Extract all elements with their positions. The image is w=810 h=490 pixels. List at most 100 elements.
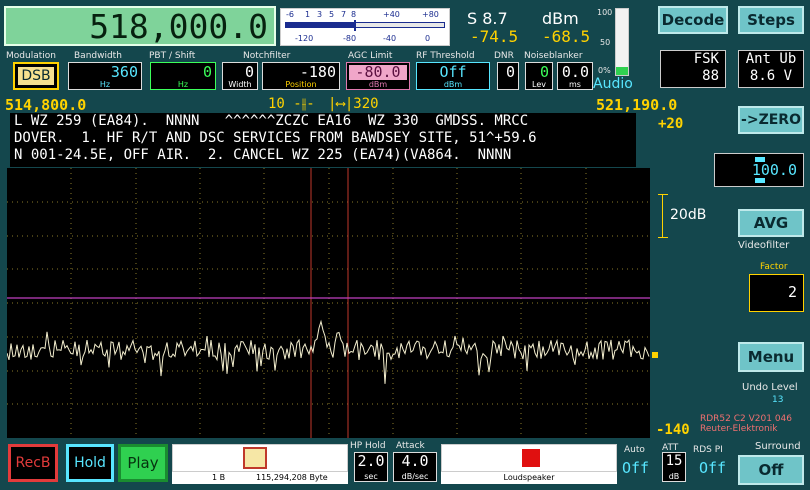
notch-label: Notchfilter	[243, 51, 291, 61]
agc-box[interactable]: -80.0 dBm	[346, 62, 410, 90]
att-value: 15	[665, 453, 683, 469]
mode-name: FSK	[693, 51, 719, 67]
notch-position-value: -180	[299, 63, 336, 81]
mode-value: 88	[702, 68, 719, 84]
noiseblanker-level-value: 0	[539, 63, 549, 81]
audio-label: Audio	[593, 76, 633, 92]
videofilter-label: Videofilter	[738, 240, 790, 251]
steps-button[interactable]: Steps	[738, 6, 804, 34]
rf-threshold-box[interactable]: Off dBm	[416, 62, 490, 90]
spectrum-display[interactable]	[7, 168, 650, 438]
dnr-box[interactable]: 0	[497, 62, 519, 90]
frequency-display[interactable]: 518,000.0	[4, 6, 276, 46]
surround-button[interactable]: Off	[738, 455, 804, 485]
pbt-unit: Hz	[177, 80, 189, 89]
audio-scale-50: 50	[600, 38, 611, 47]
attack-value: 4.0	[401, 452, 429, 470]
antenna-display[interactable]: Ant Ub 8.6 V	[738, 50, 804, 88]
record-button[interactable]: RecB	[8, 444, 58, 482]
bandwidth-unit: Hz	[99, 80, 111, 89]
spectrum-plot	[7, 168, 650, 438]
dnr-value: 0	[505, 63, 515, 81]
pbt-label: PBT / Shift	[149, 51, 196, 61]
s-meter-top-scale: -6 1 3 5 7 8 +40 +80	[286, 10, 439, 19]
scale-label: 20dB	[670, 207, 707, 223]
att-unit: dB	[668, 472, 680, 481]
noiseblanker-level-unit: Lev	[532, 80, 546, 89]
antenna-value: 8.6 V	[749, 68, 793, 84]
recording-position-handle[interactable]	[243, 447, 267, 469]
audio-meter	[615, 8, 629, 76]
span-left-frequency: 514,800.0	[5, 96, 87, 114]
pbt-box[interactable]: 0 Hz	[150, 62, 216, 90]
play-button[interactable]: Play	[118, 444, 168, 482]
s-value: S 8.7	[467, 9, 508, 28]
level-marker	[652, 352, 658, 358]
loudspeaker-handle[interactable]	[522, 449, 540, 467]
attack-label: Attack	[396, 441, 425, 451]
factor-box[interactable]: 2	[749, 274, 804, 312]
rds-pi-value[interactable]: Off	[699, 459, 726, 477]
avg-button[interactable]: AVG	[738, 209, 804, 237]
decoded-line: DOVER. 1. HF R/T AND DSC SERVICES FROM B…	[14, 130, 537, 146]
audio-scale-100: 100	[597, 8, 613, 17]
loudspeaker-slider[interactable]	[441, 444, 617, 472]
version-label: RDR52 C2 V201 046	[700, 414, 792, 424]
rf-threshold-unit: dBm	[443, 80, 463, 89]
s-meter: -6 1 3 5 7 8 +40 +80 -120 -80 -40 0	[280, 8, 450, 46]
level-value-1: -74.5	[470, 27, 519, 46]
decoded-text-panel: L WZ 259 (EA84). NNNN ^^^^^^ZCZC EA16 WZ…	[10, 113, 636, 167]
loudspeaker-label: Loudspeaker	[441, 472, 617, 484]
modulation-label: Modulation	[6, 51, 56, 61]
recording-info: 1 B 115,294,208 Byte	[172, 472, 348, 484]
factor-value: 2	[787, 283, 797, 301]
spectrum-top-label: +20	[658, 116, 684, 132]
mode-display[interactable]: FSK 88	[660, 50, 726, 88]
attack-unit: dB/sec	[401, 472, 429, 481]
scale-marker	[658, 194, 668, 238]
attack-box[interactable]: 4.0 dB/sec	[393, 452, 437, 482]
main-frequency: 518,000.0	[89, 7, 268, 46]
s-meter-bar	[285, 20, 445, 31]
auto-value[interactable]: Off	[622, 459, 649, 477]
hp-hold-value: 2.0	[357, 452, 385, 470]
zero-button[interactable]: ->ZERO	[738, 106, 804, 134]
rf-threshold-label: RF Threshold	[416, 51, 475, 61]
bandwidth-label: Bandwidth	[74, 51, 122, 61]
audio-scale-0: 0%	[598, 66, 611, 75]
antenna-name: Ant Ub	[745, 51, 797, 67]
hp-hold-box[interactable]: 2.0 sec	[354, 452, 388, 482]
decode-button[interactable]: Decode	[658, 6, 728, 34]
rds-pi-label: RDS PI	[693, 445, 723, 455]
noiseblanker-ms-box[interactable]: 0.0 ms	[557, 62, 593, 90]
undo-level-value: 13	[772, 395, 784, 405]
menu-button[interactable]: Menu	[738, 342, 804, 372]
att-box[interactable]: 15 dB	[662, 452, 686, 482]
hp-hold-label: HP Hold	[350, 441, 386, 451]
notch-marker-label: 10 -⫲-	[268, 96, 315, 112]
modulation-box[interactable]: DSB	[13, 62, 59, 90]
rf-threshold-value: Off	[439, 63, 467, 81]
notch-width-unit: Width	[228, 80, 252, 89]
bandwidth-box[interactable]: 360 Hz	[68, 62, 142, 90]
vendor-label: Reuter-Elektronik	[700, 424, 778, 434]
factor-label: Factor	[760, 262, 788, 272]
s-meter-bottom-scale: -120 -80 -40 0	[295, 34, 431, 43]
notch-position-box[interactable]: -180 Position	[262, 62, 340, 90]
undo-level-label: Undo Level	[742, 382, 798, 393]
span-right-frequency: 521,190.0	[596, 96, 678, 114]
passband-width-label: |⟷|320	[328, 96, 379, 112]
stepsize-box[interactable]: 100.0	[714, 153, 804, 187]
notch-width-box[interactable]: 0 Width	[222, 62, 258, 90]
modulation-value: DSB	[18, 67, 54, 85]
noiseblanker-ms-value: 0.0	[561, 63, 589, 81]
dnr-label: DNR	[494, 51, 514, 61]
hp-hold-unit: sec	[364, 472, 378, 481]
recording-progress[interactable]	[172, 444, 348, 472]
hold-button[interactable]: Hold	[66, 444, 114, 482]
bandwidth-value: 360	[110, 63, 138, 81]
spectrum-bottom-label: -140	[656, 422, 690, 438]
agc-value: -80.0	[349, 65, 407, 80]
noiseblanker-level-box[interactable]: 0 Lev	[525, 62, 553, 90]
spectrum-trace	[7, 319, 650, 384]
